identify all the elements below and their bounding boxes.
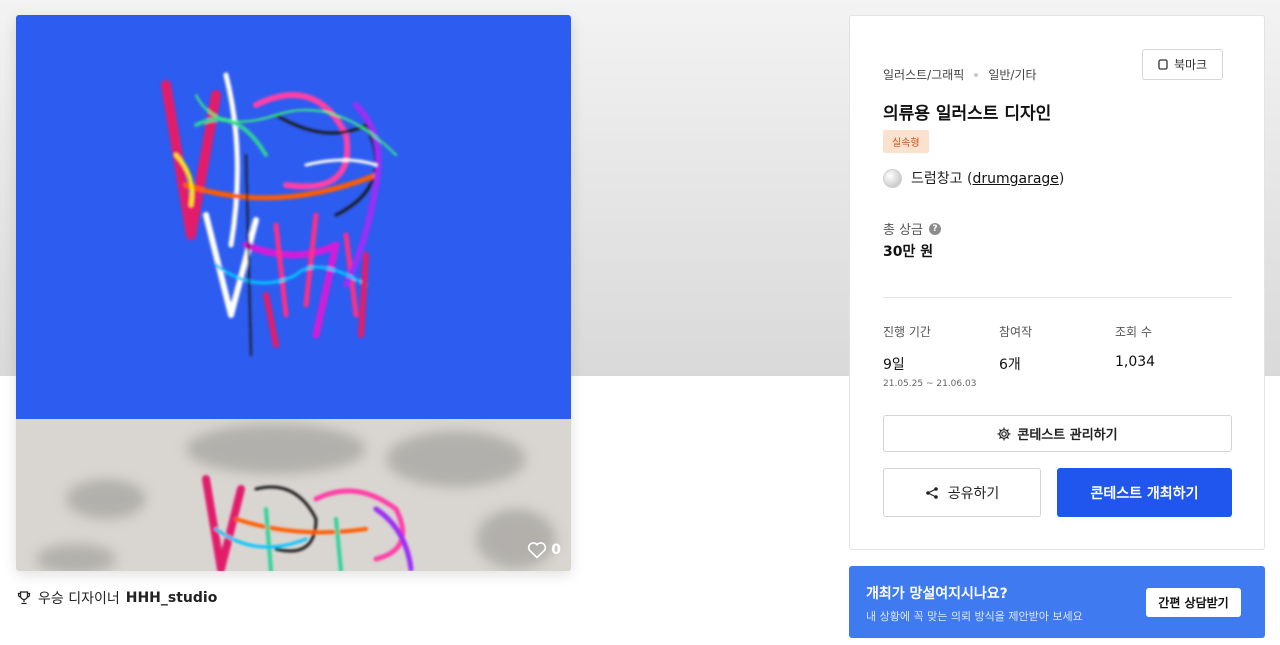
contest-title: 의류용 일러스트 디자인 [883, 104, 1052, 124]
host-name: 드럼창고 [911, 171, 963, 187]
host-avatar [883, 168, 902, 188]
bookmark-label: 북마크 [1173, 58, 1208, 72]
stat-views: 조회 수 1,034 [1115, 323, 1155, 370]
panel-divider [883, 297, 1232, 298]
artwork-image-secondary [16, 419, 571, 571]
winner-designer: 우승 디자이너 HHH_studio [16, 588, 217, 608]
consult-promo-banner: 개최가 망설여지시나요? 내 상황에 꼭 맞는 의뢰 방식을 제안받아 보세요 … [849, 566, 1265, 638]
bookmark-button[interactable]: 북마크 [1142, 49, 1223, 80]
prize-label: 총 상금 [883, 223, 924, 238]
contest-artwork[interactable]: 0 [16, 15, 571, 571]
category-sub[interactable]: 일반/기타 [988, 66, 1036, 83]
prize-value: 30만 원 [883, 244, 934, 260]
category-main[interactable]: 일러스트/그래픽 [883, 66, 964, 83]
graffiti-art-image [161, 72, 397, 356]
stat-entries: 참여작 6개 [999, 323, 1032, 374]
stat-duration-value: 9일 [883, 357, 905, 373]
host-contest-button[interactable]: 콘테스트 개최하기 [1057, 468, 1232, 517]
share-label: 공유하기 [947, 485, 1000, 502]
bookmark-icon [1158, 59, 1168, 70]
promo-title: 개최가 망설여지시나요? [866, 586, 1008, 602]
consult-button[interactable]: 간편 상담받기 [1146, 588, 1241, 617]
manage-contest-label: 콘테스트 관리하기 [1017, 428, 1118, 443]
stat-views-label: 조회 수 [1115, 325, 1152, 339]
manage-contest-button[interactable]: 콘테스트 관리하기 [883, 415, 1232, 452]
stat-entries-value: 6개 [999, 357, 1021, 373]
prize-label-row: 총 상금 ? [883, 219, 942, 238]
winner-name[interactable]: HHH_studio [126, 590, 218, 606]
stat-views-value: 1,034 [1115, 354, 1156, 370]
contest-info-panel: 일러스트/그래픽 일반/기타 북마크 의류용 일러스트 디자인 실속형 드럼창고… [849, 15, 1265, 550]
share-icon [925, 486, 938, 499]
plan-badge: 실속형 [883, 130, 929, 153]
host-id-link[interactable]: drumgarage [972, 171, 1058, 187]
promo-subtitle: 내 상황에 꼭 맞는 의뢰 방식을 제안받아 보세요 [866, 610, 1083, 623]
like-count: 0 [551, 542, 561, 558]
heart-icon [528, 542, 547, 559]
winner-prefix: 우승 디자이너 [38, 591, 120, 607]
graffiti-wall-image [36, 424, 556, 571]
share-button[interactable]: 공유하기 [883, 468, 1041, 517]
stat-duration-label: 진행 기간 [883, 325, 931, 339]
host-id-close: ) [1058, 171, 1065, 187]
contest-host: 드럼창고 (drumgarage) [883, 168, 1064, 188]
category-breadcrumb: 일러스트/그래픽 일반/기타 [883, 66, 1037, 83]
breadcrumb-separator [974, 72, 979, 77]
stat-entries-label: 참여작 [999, 325, 1033, 339]
stat-duration-range: 21.05.25 ~ 21.06.03 [883, 379, 977, 389]
artwork-image-primary [16, 15, 571, 419]
trophy-icon [17, 591, 31, 605]
stat-duration: 진행 기간 9일 21.05.25 ~ 21.06.03 [883, 323, 976, 389]
like-counter[interactable]: 0 [527, 541, 561, 559]
help-icon[interactable]: ? [929, 222, 942, 235]
gear-icon [997, 426, 1011, 441]
